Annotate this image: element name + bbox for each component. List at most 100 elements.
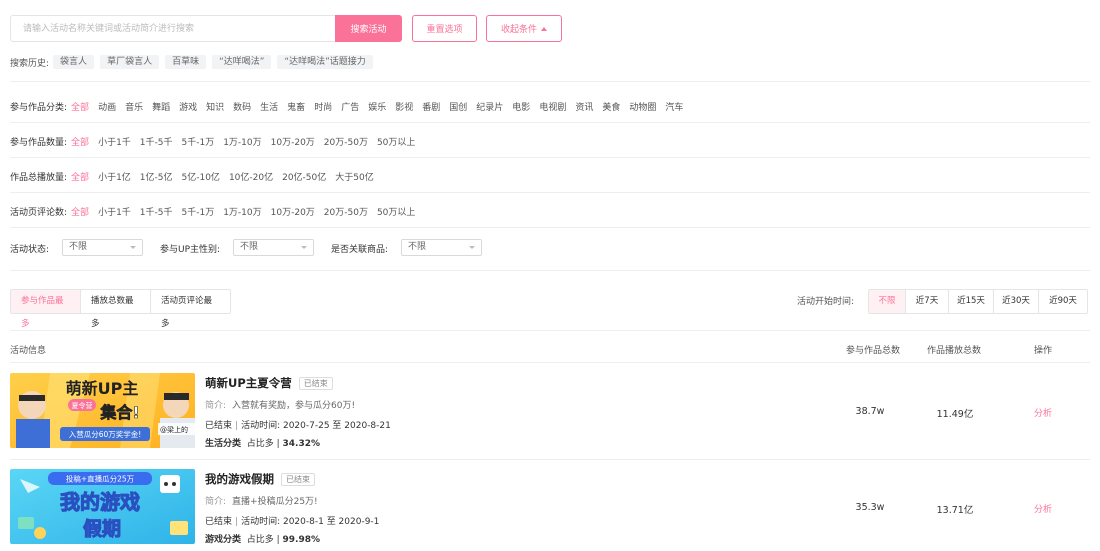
reset-button[interactable]: 重置选项 [412,15,477,42]
time-option-15d[interactable]: 近15天 [949,290,994,313]
play-count-option[interactable]: 大于50亿 [335,170,373,183]
work-count-option[interactable]: 50万以上 [377,135,415,148]
comment-count-option[interactable]: 1千-5千 [140,205,173,218]
work-count-option[interactable]: 1万-10万 [223,135,261,148]
intro-text: 入营就有奖励，参与瓜分60万! [232,401,356,411]
comment-count-option[interactable]: 10万-20万 [271,205,315,218]
history-tag[interactable]: “达咩喝法”话题接力 [277,55,373,69]
play-count-option[interactable]: 全部 [71,170,89,183]
divider [10,81,1090,82]
category-option[interactable]: 动画 [98,100,116,113]
category-option[interactable]: 资讯 [575,100,593,113]
category-option[interactable]: 番剧 [422,100,440,113]
status-select[interactable]: 不限 [62,239,143,256]
thumb-text: 夏令营 [72,401,93,410]
sort-tabs: 参与作品最多 播放总数最多 活动页评论最多 [10,289,231,329]
intro-label: 简介: [205,401,227,411]
intro-text: 直播+投稿瓜分25万! [232,497,318,507]
goods-label: 是否关联商品: [331,245,389,255]
category-option[interactable]: 美食 [602,100,620,113]
work-count-option[interactable]: 20万-50万 [324,135,368,148]
category-option[interactable]: 数码 [233,100,251,113]
thumb-text: 集合! [99,403,139,422]
category-option[interactable]: 电影 [512,100,530,113]
history-tag[interactable]: “达咩喝法” [212,55,272,69]
divider [10,270,1090,271]
category-option[interactable]: 全部 [71,100,89,113]
share-percent: 34.32% [282,439,321,449]
search-button[interactable]: 搜索活动 [335,15,402,42]
category-option[interactable]: 舞蹈 [152,100,170,113]
activity-title[interactable]: 萌新UP主夏令营 已结束 [205,375,333,391]
play-count-option[interactable]: 10亿-20亿 [229,170,273,183]
time-option-7d[interactable]: 近7天 [906,290,949,313]
activity-thumbnail-image: 萌新UP主 夏令营 集合! 入营瓜分60万奖学金! @梁上的 [10,373,195,448]
filter-play-count: 作品总播放量: 全部 小于1亿 1亿-5亿 5亿-10亿 10亿-20亿 20亿… [10,169,383,183]
thumb-text: @梁上的 [160,425,188,434]
history-tag[interactable]: 百草味 [165,55,207,69]
category-option[interactable]: 汽车 [665,100,683,113]
work-count-option[interactable]: 5千-1万 [182,135,215,148]
tab-most-plays[interactable]: 播放总数最多 [81,290,151,329]
gender-select-value: 不限 [240,242,259,252]
activity-status: 已结束 [205,517,233,527]
category-option[interactable]: 时尚 [314,100,332,113]
category-option[interactable]: 电视剧 [539,100,566,113]
play-count-option[interactable]: 5亿-10亿 [182,170,220,183]
gender-select[interactable]: 不限 [233,239,314,256]
category-option[interactable]: 知识 [206,100,224,113]
activity-thumbnail-image: 投稿+直播瓜分25万 我的游戏 假期 [10,469,195,544]
work-count-option[interactable]: 全部 [71,135,89,148]
play-count-option[interactable]: 小于1亿 [98,170,131,183]
play-count-option[interactable]: 1亿-5亿 [140,170,173,183]
activity-title-text: 我的游戏假期 [205,472,274,486]
time-option-90d[interactable]: 近90天 [1039,290,1087,313]
divider [10,362,1090,363]
collapse-button[interactable]: 收起条件 [486,15,562,42]
category-option[interactable]: 鬼畜 [287,100,305,113]
analyze-link[interactable]: 分析 [1023,406,1063,419]
play-count-option[interactable]: 20亿-50亿 [282,170,326,183]
category-option[interactable]: 动物圈 [629,100,656,113]
caret-up-icon [541,27,547,31]
meta-separator: | [235,421,239,431]
search-input[interactable] [10,15,335,42]
comment-count-option[interactable]: 1万-10万 [223,205,261,218]
time-label: 活动时间: [241,421,281,431]
category-option[interactable]: 影视 [395,100,413,113]
history-tag[interactable]: 草厂袋言人 [100,55,160,69]
goods-select[interactable]: 不限 [401,239,482,256]
activity-title[interactable]: 我的游戏假期 已结束 [205,471,315,487]
analyze-link[interactable]: 分析 [1023,502,1063,515]
activity-thumbnail[interactable]: 投稿+直播瓜分25万 我的游戏 假期 [10,469,195,544]
category-option[interactable]: 娱乐 [368,100,386,113]
comment-count-option[interactable]: 小于1千 [98,205,131,218]
time-option-all[interactable]: 不限 [869,290,906,313]
work-count-option[interactable]: 10万-20万 [271,135,315,148]
share-category: 游戏分类 [205,535,242,545]
category-option[interactable]: 广告 [341,100,359,113]
comment-count-option[interactable]: 全部 [71,205,89,218]
time-label: 活动时间: [241,517,281,527]
comment-count-option[interactable]: 50万以上 [377,205,415,218]
time-option-30d[interactable]: 近30天 [994,290,1039,313]
tab-most-works[interactable]: 参与作品最多 [11,290,81,329]
history-tag[interactable]: 袋言人 [53,55,95,69]
category-option[interactable]: 国创 [449,100,467,113]
header-plays-total: 作品播放总数 [927,346,982,356]
share-label: 占比多 [246,535,274,545]
work-count-option[interactable]: 1千-5千 [140,135,173,148]
category-option[interactable]: 纪录片 [476,100,503,113]
category-option[interactable]: 音乐 [125,100,143,113]
divider [10,227,1090,228]
divider [10,192,1090,193]
comment-count-option[interactable]: 20万-50万 [324,205,368,218]
category-option[interactable]: 生活 [260,100,278,113]
chevron-down-icon [469,246,475,249]
search-history-label: 搜索历史: [10,58,50,69]
tab-most-comments[interactable]: 活动页评论最多 [151,290,230,329]
comment-count-option[interactable]: 5千-1万 [182,205,215,218]
activity-thumbnail[interactable]: 萌新UP主 夏令营 集合! 入营瓜分60万奖学金! @梁上的 [10,373,195,448]
work-count-option[interactable]: 小于1千 [98,135,131,148]
category-option[interactable]: 游戏 [179,100,197,113]
